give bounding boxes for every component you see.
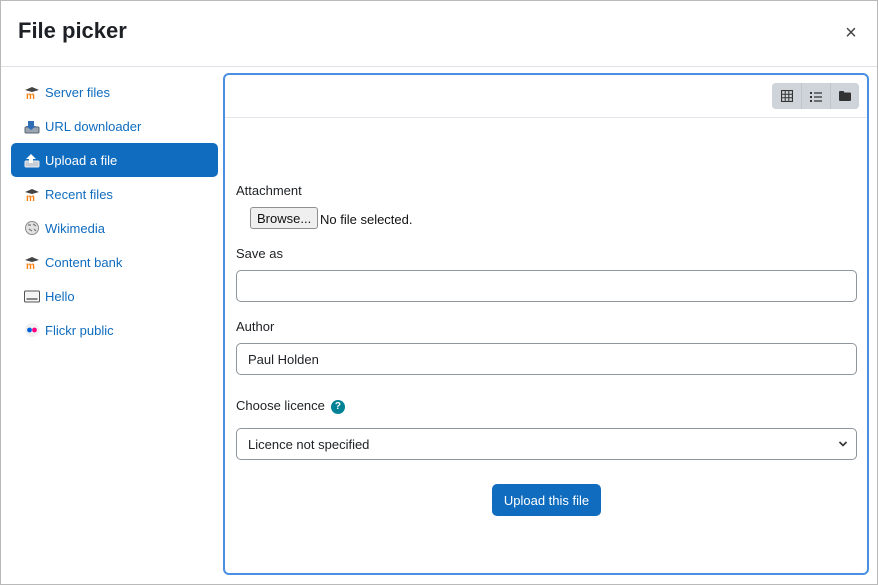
- view-toolbar: [225, 75, 867, 118]
- licence-selected-value: Licence not specified: [248, 436, 370, 452]
- list-view-button[interactable]: [801, 83, 830, 109]
- author-label: Author: [236, 319, 275, 334]
- list-view-icon: [810, 91, 822, 102]
- sidebar-item-label: URL downloader: [45, 118, 142, 134]
- sidebar-item-label: Hello: [45, 288, 75, 304]
- folder-view-icon: [839, 91, 851, 101]
- url-download-icon: [24, 118, 40, 134]
- choose-licence-text: Choose licence: [236, 398, 325, 413]
- svg-text:m: m: [26, 193, 35, 202]
- moodle-icon: m: [24, 186, 40, 204]
- sidebar-item-wikimedia[interactable]: Wikimedia: [11, 211, 218, 245]
- sidebar-item-recent-files[interactable]: m Recent files: [11, 177, 218, 211]
- dialog-title: File picker: [18, 18, 127, 43]
- sidebar-item-label: Content bank: [45, 254, 123, 270]
- flickr-icon: [24, 322, 40, 338]
- sidebar-item-content-bank[interactable]: m Content bank: [11, 245, 218, 279]
- choose-licence-label: Choose licence?: [236, 398, 345, 414]
- sidebar-item-label: Upload a file: [45, 152, 118, 168]
- close-button[interactable]: ×: [841, 22, 861, 44]
- sidebar-item-upload-a-file[interactable]: Upload a file: [11, 143, 218, 177]
- grid-view-button[interactable]: [772, 83, 801, 109]
- upload-this-file-button[interactable]: Upload this file: [492, 484, 601, 516]
- view-switcher: [772, 83, 859, 109]
- file-status-text: No file selected.: [320, 212, 413, 227]
- file-picker-dialog: File picker × m Server files URL downloa…: [0, 0, 878, 585]
- save-as-input[interactable]: [236, 270, 857, 302]
- sidebar-item-server-files[interactable]: m Server files: [11, 75, 218, 109]
- chevron-down-icon: [838, 441, 848, 447]
- sidebar-item-label: Flickr public: [45, 322, 114, 338]
- folder-view-button[interactable]: [830, 83, 859, 109]
- repository-list: m Server files URL downloader Upload a f…: [11, 75, 218, 347]
- help-icon[interactable]: ?: [330, 399, 345, 414]
- grid-view-icon: [780, 90, 793, 102]
- save-as-label: Save as: [236, 246, 283, 261]
- browse-button[interactable]: Browse...: [250, 207, 319, 229]
- licence-select[interactable]: Licence not specified: [236, 428, 857, 460]
- sidebar-item-label: Recent files: [45, 186, 113, 202]
- dialog-header: File picker ×: [1, 1, 877, 67]
- sidebar-item-label: Wikimedia: [45, 220, 105, 236]
- wikimedia-globe-icon: [24, 220, 40, 236]
- upload-panel: Attachment Browse... No file selected. S…: [223, 73, 869, 575]
- svg-text:m: m: [26, 261, 35, 270]
- sidebar-item-hello[interactable]: Hello: [11, 279, 218, 313]
- hello-keyboard-icon: [24, 288, 40, 304]
- sidebar-item-label: Server files: [45, 84, 111, 100]
- svg-text:m: m: [26, 91, 35, 100]
- sidebar-item-url-downloader[interactable]: URL downloader: [11, 109, 218, 143]
- close-icon: ×: [845, 22, 857, 44]
- moodle-icon: m: [24, 84, 40, 102]
- upload-icon: [24, 152, 40, 168]
- sidebar-item-flickr-public[interactable]: Flickr public: [11, 313, 218, 347]
- author-input[interactable]: [236, 343, 857, 375]
- attachment-label: Attachment: [236, 183, 302, 198]
- moodle-icon: m: [24, 254, 40, 272]
